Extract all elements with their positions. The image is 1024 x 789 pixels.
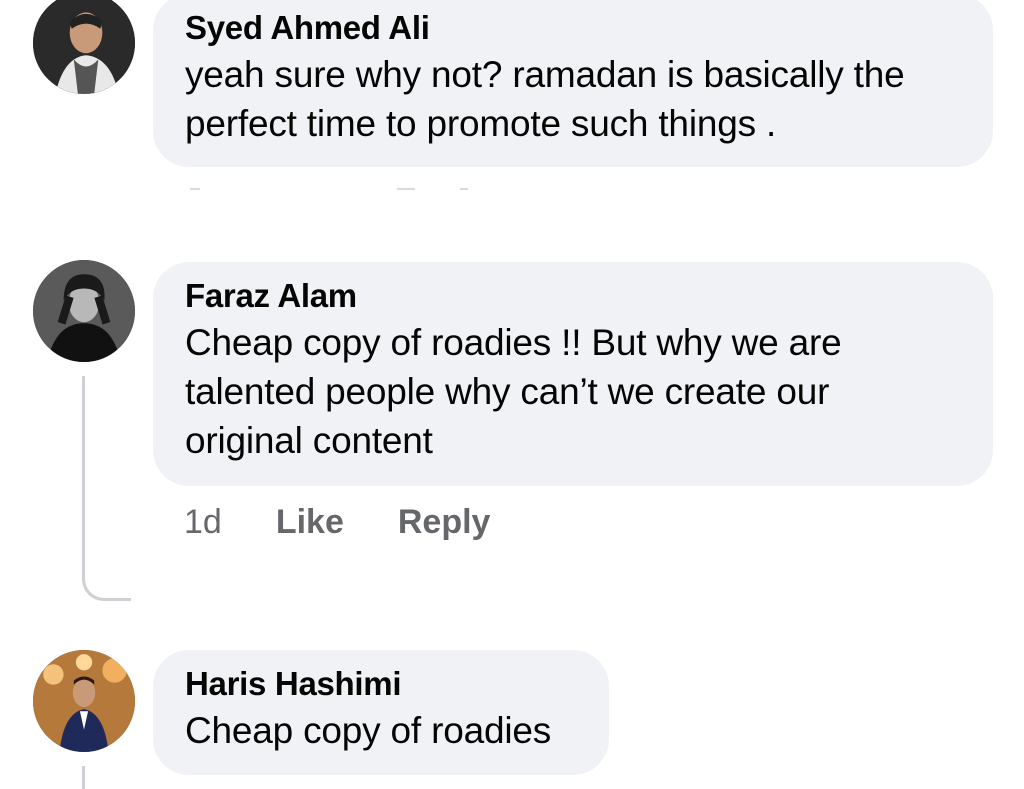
like-button[interactable]: Like: [276, 503, 344, 542]
profile-photo-icon: [33, 650, 135, 752]
comment-author[interactable]: Faraz Alam: [185, 274, 961, 318]
comments-thread: Syed Ahmed Ali yeah sure why not? ramada…: [0, 0, 1024, 789]
avatar-syed-ahmed-ali[interactable]: [33, 0, 135, 94]
profile-photo-icon: [33, 0, 135, 94]
profile-photo-icon: [33, 260, 135, 362]
avatar-faraz-alam[interactable]: [33, 260, 135, 362]
thread-connector: [82, 568, 131, 601]
comment-text: Cheap copy of roadies: [185, 710, 552, 751]
reply-button[interactable]: Reply: [398, 503, 491, 542]
comment-timestamp[interactable]: 1d: [184, 503, 222, 542]
divider: [397, 188, 415, 190]
comment-author[interactable]: Haris Hashimi: [185, 662, 577, 706]
comment-actions: 1d Like Reply: [184, 503, 544, 542]
comment-bubble-3: Haris Hashimi Cheap copy of roadies: [153, 650, 609, 775]
avatar-haris-hashimi[interactable]: [33, 650, 135, 752]
comment-bubble-1: Syed Ahmed Ali yeah sure why not? ramada…: [153, 0, 993, 167]
divider: [190, 188, 200, 190]
comment-text: Cheap copy of roadies !! But why we are …: [185, 322, 842, 461]
comment-bubble-2: Faraz Alam Cheap copy of roadies !! But …: [153, 262, 993, 486]
thread-line: [82, 766, 85, 789]
comment-author[interactable]: Syed Ahmed Ali: [185, 6, 961, 50]
comment-text: yeah sure why not? ramadan is basically …: [185, 54, 905, 144]
thread-line: [82, 376, 85, 572]
divider: [460, 188, 468, 190]
